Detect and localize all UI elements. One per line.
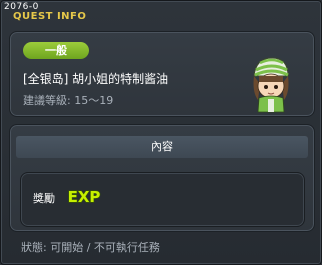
exp-icon-text: EXP	[68, 188, 101, 206]
reward-label: 獎勵	[33, 192, 55, 205]
quest-info-window: 2076-0 QUEST INFO 一般 [全银岛] 胡小姐的特制酱油 建議等級…	[0, 0, 322, 265]
window-title: QUEST INFO	[13, 11, 87, 22]
npc-portrait-icon	[253, 57, 289, 113]
quest-type-badge: 一般	[23, 42, 89, 59]
reward-box: 獎勵 EXP	[20, 172, 305, 227]
content-header: 內容	[16, 136, 308, 158]
quest-status: 狀態: 可開始 / 不可執行任務	[21, 241, 160, 254]
recommended-level: 建議等級: 15～19	[23, 94, 114, 107]
quest-content-panel: 內容 獎勵 EXP	[9, 124, 315, 232]
quest-name: [全银岛] 胡小姐的特制酱油	[23, 72, 169, 86]
exp-icon: EXP	[67, 187, 101, 206]
quest-summary-panel: 一般 [全银岛] 胡小姐的特制酱油 建議等級: 15～19	[9, 31, 315, 117]
